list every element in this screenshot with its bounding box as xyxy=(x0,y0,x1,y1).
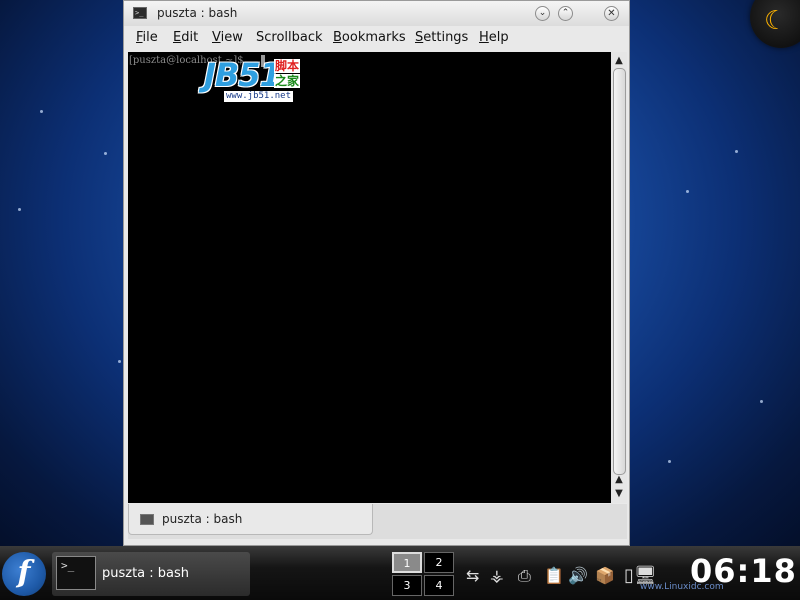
menu-label: ookmarks xyxy=(341,30,406,45)
window-title: puszta : bash xyxy=(157,6,238,20)
menu-mnemonic: V xyxy=(212,30,221,45)
vertical-scrollbar[interactable]: ▲ ▲ ▼ xyxy=(611,52,627,503)
menu-label: Scrollback xyxy=(256,30,323,45)
terminal-icon: >_ xyxy=(56,556,96,590)
scroll-up-icon[interactable]: ▲ xyxy=(611,54,627,68)
menu-file[interactable]: File xyxy=(136,30,158,45)
package-updater-icon[interactable]: 📦 xyxy=(595,566,615,586)
menu-settings[interactable]: Settings xyxy=(415,30,468,45)
volume-icon[interactable]: 🔊 xyxy=(568,566,588,586)
scroll-down-icon[interactable]: ▼ xyxy=(611,487,627,501)
taskbar-entry-label: puszta : bash xyxy=(102,566,190,581)
menu-view[interactable]: View xyxy=(212,30,243,45)
wallpaper-star xyxy=(18,208,21,211)
menu-label: iew xyxy=(220,30,243,45)
watermark-cn-line1: 脚本 xyxy=(274,59,301,73)
moon-icon: ☾ xyxy=(764,6,788,36)
terminal-icon[interactable]: >_ xyxy=(133,7,147,19)
menu-mnemonic: E xyxy=(173,30,182,45)
tab-label: puszta : bash xyxy=(162,512,243,526)
desktop-pager: 1 2 3 4 xyxy=(392,552,456,598)
fedora-launcher-icon[interactable]: f xyxy=(2,552,46,596)
pager-desktop-1[interactable]: 1 xyxy=(392,552,422,573)
clipboard-icon[interactable]: 📋 xyxy=(544,566,564,586)
close-button[interactable]: ✕ xyxy=(604,6,619,21)
minimize-button[interactable]: ⌄ xyxy=(535,6,550,21)
menu-mnemonic: H xyxy=(479,30,489,45)
terminal-icon xyxy=(140,514,154,525)
wallpaper-star xyxy=(104,152,107,155)
tab-session[interactable]: puszta : bash xyxy=(128,504,373,535)
konsole-window: >_ puszta : bash ⌄ ⌃ ✕ File Edit View Sc… xyxy=(123,0,630,546)
printer-icon[interactable]: ⎙ xyxy=(518,566,531,586)
desktop-corner-widget[interactable]: ☾ xyxy=(750,0,800,48)
pager-desktop-4[interactable]: 4 xyxy=(424,575,454,596)
wallpaper-star xyxy=(735,150,738,153)
usb-icon[interactable]: ⚶ xyxy=(490,566,504,586)
watermark-cn-line2: 之家 xyxy=(274,74,301,88)
wallpaper-star xyxy=(760,400,763,403)
taskbar-entry-konsole[interactable]: >_ puszta : bash xyxy=(52,552,250,596)
menu-label: dit xyxy=(181,30,199,45)
wallpaper-star xyxy=(118,360,121,363)
session-tabbar: puszta : bash xyxy=(128,504,627,539)
window-titlebar[interactable]: >_ puszta : bash ⌄ ⌃ ✕ xyxy=(124,1,629,26)
scrollbar-thumb[interactable] xyxy=(613,68,626,475)
menu-bookmarks[interactable]: Bookmarks xyxy=(333,30,406,45)
menubar: File Edit View Scrollback Bookmarks Sett… xyxy=(124,26,629,51)
wallpaper-star xyxy=(686,190,689,193)
network-icon[interactable]: ⇆ xyxy=(466,566,479,586)
scroll-up-icon[interactable]: ▲ xyxy=(611,473,627,487)
menu-scrollback[interactable]: Scrollback xyxy=(256,30,323,45)
wallpaper-star xyxy=(668,460,671,463)
menu-label: elp xyxy=(488,30,509,45)
menu-edit[interactable]: Edit xyxy=(173,30,198,45)
watermark-main-text: JB51 xyxy=(204,56,282,94)
watermark-url: www.jb51.net xyxy=(224,91,294,102)
wallpaper-star xyxy=(40,110,43,113)
menu-label: ettings xyxy=(423,30,469,45)
menu-label: ile xyxy=(142,30,158,45)
menu-mnemonic: B xyxy=(333,30,342,45)
pager-desktop-3[interactable]: 3 xyxy=(392,575,422,596)
clock-watermark: www.Linuxidc.com xyxy=(640,582,724,592)
menu-help[interactable]: Help xyxy=(479,30,509,45)
maximize-button[interactable]: ⌃ xyxy=(558,6,573,21)
watermark-logo: JB51 脚本 之家 www.jb51.net xyxy=(204,58,304,104)
pager-desktop-2[interactable]: 2 xyxy=(424,552,454,573)
terminal-area[interactable]: [puszta@localhost ~]$ JB51 脚本 之家 www.jb5… xyxy=(128,52,611,503)
